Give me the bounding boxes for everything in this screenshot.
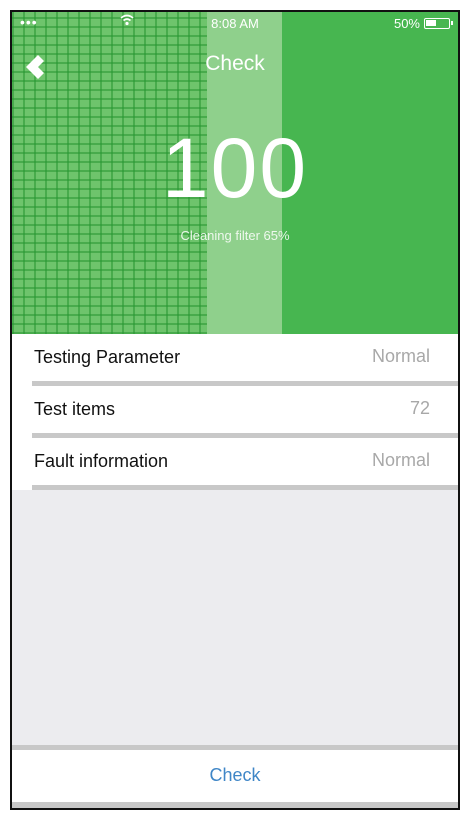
divider: [12, 745, 458, 750]
list-item-value: Normal: [371, 450, 430, 470]
status-time: 8:08 AM: [211, 16, 259, 31]
check-results-list: Testing Parameter Normal Test items 72 F…: [12, 334, 458, 490]
filter-status-text: Cleaning filter 65%: [180, 228, 290, 243]
list-item-label: Fault information: [34, 451, 169, 471]
page-title: Check: [205, 52, 265, 75]
list-item-value: 72: [409, 398, 430, 418]
status-bar: ••• 8:08 AM 50%: [12, 12, 458, 34]
phone-screen: ••• 8:08 AM 50% Check 100 Cleaning filte…: [10, 10, 460, 810]
check-score: 100: [161, 121, 309, 215]
battery-icon: [424, 18, 453, 29]
list-item[interactable]: Fault information Normal: [12, 438, 458, 490]
divider: [32, 485, 458, 490]
check-button[interactable]: Check: [12, 758, 458, 792]
list-item-label: Test items: [34, 399, 116, 419]
list-item[interactable]: Testing Parameter Normal: [12, 334, 458, 386]
list-item-value: Normal: [371, 346, 430, 366]
divider: [12, 802, 458, 808]
check-hero-panel: ••• 8:08 AM 50% Check 100 Cleaning filte…: [12, 12, 458, 334]
list-item-label: Testing Parameter: [34, 347, 181, 367]
list-item[interactable]: Test items 72: [12, 386, 458, 438]
bottom-action-bar: Check: [12, 745, 458, 808]
battery-percent: 50%: [393, 16, 420, 31]
